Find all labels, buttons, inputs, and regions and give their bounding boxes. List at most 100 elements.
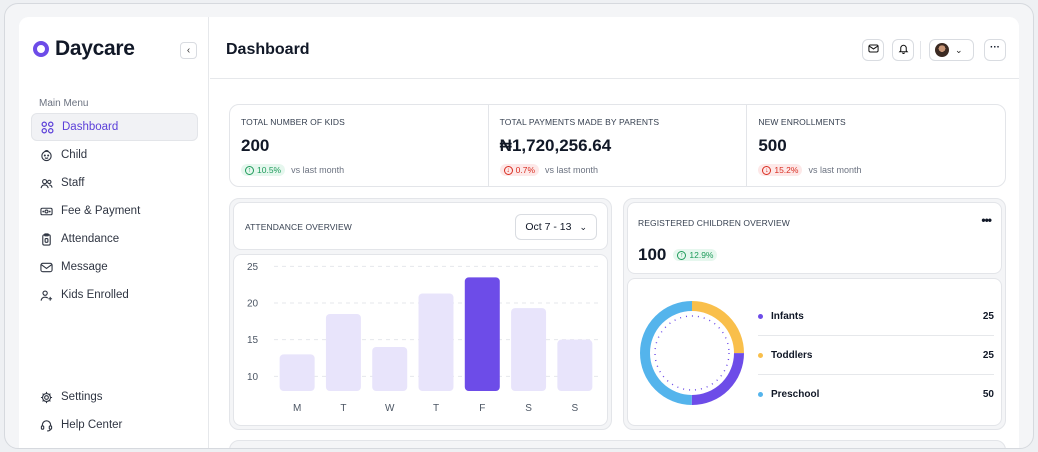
sidebar-item-label: Dashboard bbox=[62, 121, 119, 133]
stats-row: TOTAL NUMBER OF KIDS 200 ↑ 10.5% vs last… bbox=[229, 104, 1006, 187]
x-tick-label: F bbox=[479, 403, 485, 414]
y-tick-label: 15 bbox=[247, 335, 259, 346]
next-section-card bbox=[229, 440, 1006, 448]
sidebar-item-child[interactable]: Child bbox=[31, 141, 198, 169]
legend-label: Toddlers bbox=[771, 349, 813, 361]
more-horizontal-icon: ··· bbox=[990, 42, 1000, 53]
stat-change: ↑ 10.5% vs last month bbox=[241, 164, 477, 176]
gear-icon bbox=[40, 391, 53, 404]
header-divider bbox=[920, 41, 921, 59]
collapse-sidebar-button[interactable]: ‹ bbox=[180, 42, 197, 59]
attendance-chart-panel: 25 20 15 10 M T W T F S S bbox=[233, 254, 608, 426]
arrow-up-icon: ↑ bbox=[245, 165, 254, 175]
sidebar-item-settings[interactable]: Settings bbox=[31, 383, 198, 411]
x-tick-label: T bbox=[340, 403, 346, 414]
sidebar-item-label: Staff bbox=[61, 177, 85, 189]
money-icon bbox=[40, 205, 53, 218]
chevron-down-icon: ⌄ bbox=[579, 221, 587, 232]
x-tick-label: W bbox=[385, 403, 395, 414]
avatar bbox=[935, 43, 949, 57]
bar bbox=[418, 293, 454, 391]
legend-label: Infants bbox=[771, 310, 804, 322]
arrow-down-icon: ↓ bbox=[762, 165, 772, 175]
change-value: 12.9% bbox=[689, 250, 714, 260]
y-tick-label: 20 bbox=[247, 299, 259, 310]
change-badge: ↓ 0.7% bbox=[499, 164, 540, 176]
change-note: vs last month bbox=[545, 165, 599, 175]
bar bbox=[511, 308, 547, 391]
registered-breakdown-panel: Infants 25 Toddlers 25 Preschool 50 bbox=[627, 278, 1002, 426]
mail-icon bbox=[40, 261, 53, 274]
change-value: 10.5% bbox=[257, 165, 282, 175]
change-note: vs last month bbox=[808, 165, 862, 175]
stat-new-enrollments: NEW ENROLLMENTS 500 ↓ 15.2% vs last mont… bbox=[747, 105, 1005, 186]
bar bbox=[464, 277, 500, 391]
y-tick-label: 10 bbox=[247, 372, 259, 383]
sidebar: Daycare ‹ Main Menu Dashboard Child Staf… bbox=[19, 17, 209, 448]
stat-change: ↓ 0.7% vs last month bbox=[499, 164, 736, 176]
legend-value: 50 bbox=[982, 389, 994, 400]
stat-label: NEW ENROLLMENTS bbox=[758, 117, 846, 127]
attendance-header: ATTENDANCE OVERVIEW Oct 7 - 13 ⌄ bbox=[233, 202, 608, 250]
legend-row-preschool: Preschool 50 bbox=[758, 375, 994, 414]
sidebar-item-help-center[interactable]: Help Center bbox=[31, 411, 198, 439]
sidebar-item-attendance[interactable]: Attendance bbox=[31, 225, 198, 253]
sidebar-item-label: Child bbox=[61, 149, 88, 161]
stat-value: ₦1,720,256.64 bbox=[499, 136, 612, 155]
sidebar-item-label: Message bbox=[61, 261, 108, 273]
users-icon bbox=[40, 177, 53, 190]
sidebar-item-kids-enrolled[interactable]: Kids Enrolled bbox=[31, 281, 198, 309]
stat-label: TOTAL NUMBER OF KIDS bbox=[241, 117, 345, 127]
main-nav: Dashboard Child Staff Fee & Payment Atte… bbox=[31, 113, 198, 309]
legend-dot bbox=[758, 313, 763, 319]
legend-row-toddlers: Toddlers 25 bbox=[758, 336, 994, 375]
headset-icon bbox=[40, 419, 53, 432]
main-menu-caption: Main Menu bbox=[39, 98, 89, 109]
messages-button[interactable] bbox=[862, 39, 884, 61]
change-value: 0.7% bbox=[515, 165, 536, 175]
attendance-title: ATTENDANCE OVERVIEW bbox=[245, 222, 352, 232]
stat-value: 200 bbox=[241, 136, 270, 155]
legend-dot bbox=[758, 392, 763, 397]
change-note: vs last month bbox=[291, 165, 345, 175]
legend-value: 25 bbox=[982, 310, 994, 322]
stat-total-payments: TOTAL PAYMENTS MADE BY PARENTS ₦1,720,25… bbox=[489, 105, 748, 186]
attendance-card: ATTENDANCE OVERVIEW Oct 7 - 13 ⌄ 25 20 15 1… bbox=[229, 198, 612, 430]
bell-icon bbox=[898, 41, 909, 59]
more-options-button[interactable]: ··· bbox=[984, 39, 1006, 61]
sidebar-item-staff[interactable]: Staff bbox=[31, 169, 198, 197]
chevron-left-icon: ‹ bbox=[186, 45, 191, 56]
brand-logo[interactable]: Daycare bbox=[33, 37, 135, 61]
legend-dot bbox=[758, 352, 763, 358]
x-tick-label: M bbox=[293, 403, 301, 414]
stat-value: 500 bbox=[758, 136, 787, 155]
registered-title: REGISTERED CHILDREN OVERVIEW bbox=[638, 218, 790, 228]
stat-total-kids: TOTAL NUMBER OF KIDS 200 ↑ 10.5% vs last… bbox=[230, 105, 489, 186]
change-value: 15.2% bbox=[774, 165, 799, 175]
legend-row-infants: Infants 25 bbox=[758, 297, 994, 336]
bar bbox=[325, 314, 361, 391]
sidebar-item-dashboard[interactable]: Dashboard bbox=[31, 113, 198, 141]
change-badge: ↓ 15.2% bbox=[758, 164, 803, 176]
sidebar-item-message[interactable]: Message bbox=[31, 253, 198, 281]
sidebar-item-label: Kids Enrolled bbox=[61, 289, 129, 301]
registered-total-row: 100 ↑ 12.9% bbox=[638, 245, 718, 265]
x-tick-label: T bbox=[433, 403, 439, 414]
y-tick-label: 25 bbox=[247, 262, 259, 273]
sidebar-item-fee-payment[interactable]: Fee & Payment bbox=[31, 197, 198, 225]
stat-label: TOTAL PAYMENTS MADE BY PARENTS bbox=[499, 117, 660, 127]
sidebar-item-label: Help Center bbox=[61, 419, 123, 431]
more-horizontal-icon[interactable]: ••• bbox=[981, 213, 992, 227]
sidebar-item-label: Attendance bbox=[61, 233, 120, 245]
x-tick-label: S bbox=[572, 403, 579, 414]
sidebar-item-label: Fee & Payment bbox=[61, 205, 141, 217]
date-range-select[interactable]: Oct 7 - 13 ⌄ bbox=[515, 214, 597, 240]
date-range-label: Oct 7 - 13 bbox=[525, 221, 572, 233]
profile-menu-button[interactable]: ⌄ bbox=[929, 39, 974, 61]
bar bbox=[372, 347, 408, 391]
child-face-icon bbox=[40, 149, 53, 162]
legend-label: Preschool bbox=[771, 389, 820, 400]
notifications-button[interactable] bbox=[892, 39, 914, 61]
app-frame: Daycare ‹ Main Menu Dashboard Child Staf… bbox=[4, 3, 1034, 449]
registered-header: REGISTERED CHILDREN OVERVIEW ••• 100 ↑ 1… bbox=[627, 202, 1002, 274]
